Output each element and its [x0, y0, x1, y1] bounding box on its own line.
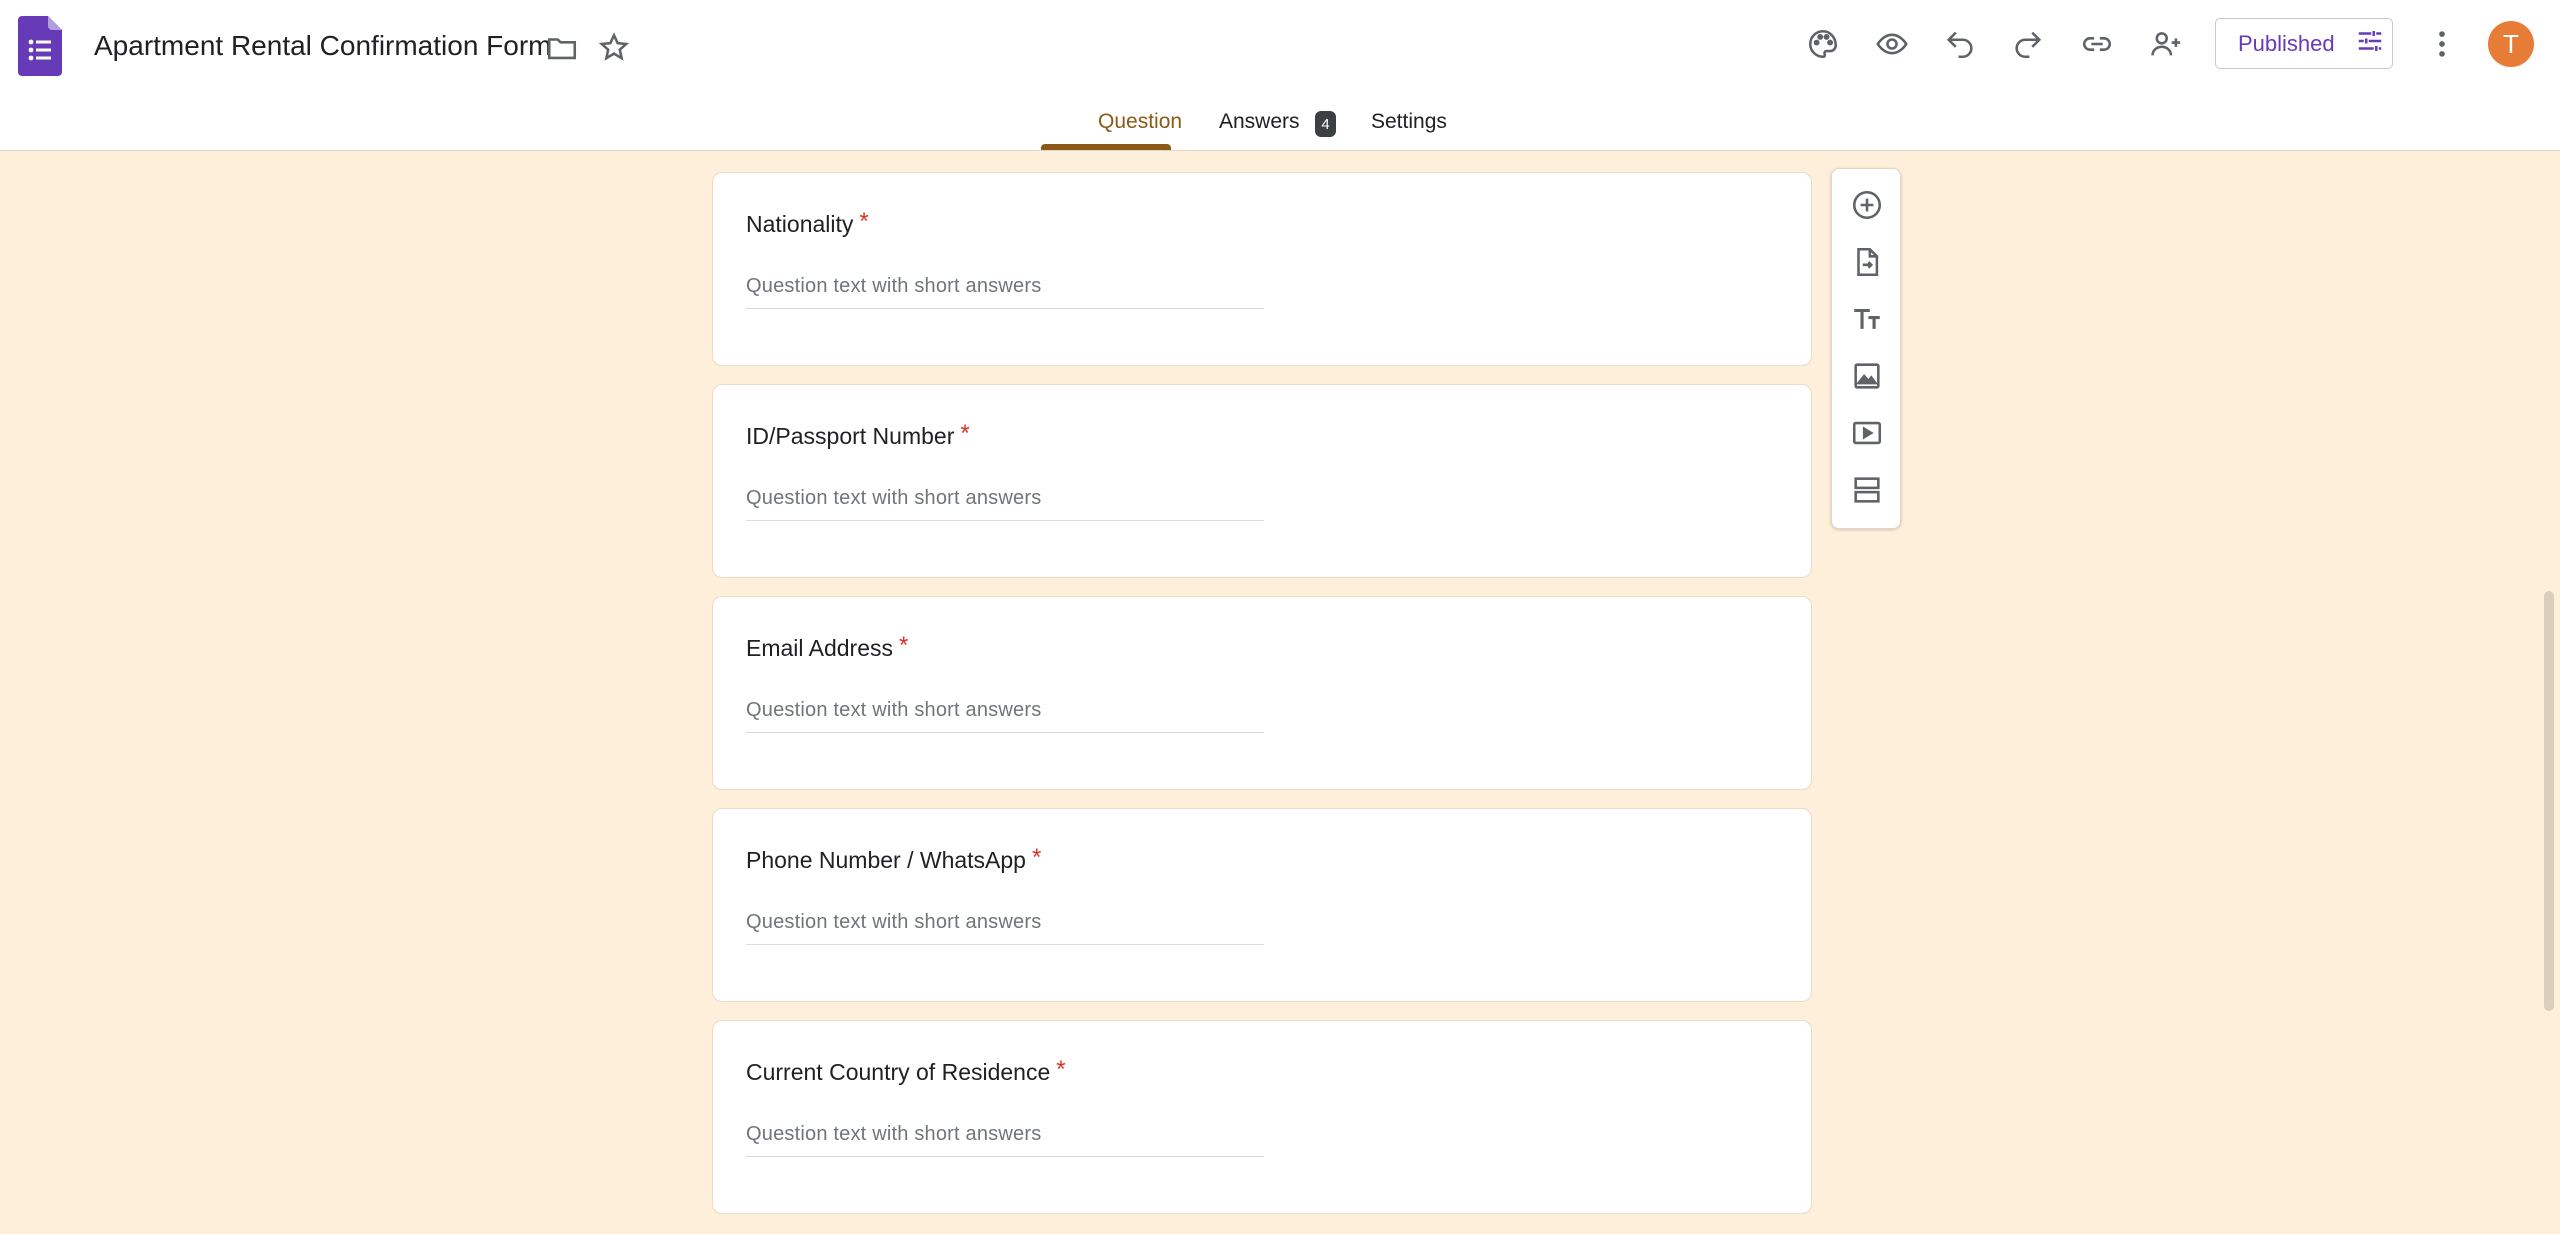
tab-settings[interactable]: Settings	[1371, 110, 1447, 134]
tab-question[interactable]: Question	[1098, 110, 1182, 134]
question-title: Phone Number / WhatsApp *	[746, 844, 1042, 873]
floating-toolbar	[1831, 168, 1901, 529]
sliders-icon	[2355, 26, 2385, 62]
scrollbar-thumb[interactable]	[2544, 591, 2554, 1011]
question-title: Nationality *	[746, 208, 869, 237]
required-asterisk: *	[859, 208, 869, 235]
question-title: Email Address *	[746, 632, 909, 661]
required-asterisk: *	[960, 420, 970, 447]
palette-icon[interactable]	[1803, 24, 1843, 64]
text-icon[interactable]	[1847, 299, 1887, 339]
question-title: Current Country of Residence *	[746, 1056, 1066, 1085]
avatar[interactable]: T	[2488, 21, 2534, 67]
eye-icon[interactable]	[1872, 24, 1912, 64]
add-circle-icon[interactable]	[1847, 185, 1887, 225]
question-card-country[interactable]: Current Country of Residence * Question t…	[712, 1020, 1812, 1214]
question-card-phone[interactable]: Phone Number / WhatsApp * Question text w…	[712, 808, 1812, 1002]
short-answer-field: Question text with short answers	[746, 911, 1264, 945]
question-title: ID/Passport Number *	[746, 420, 970, 449]
folder-icon[interactable]	[542, 28, 582, 68]
short-answer-field: Question text with short answers	[746, 699, 1264, 733]
question-card-id-passport[interactable]: ID/Passport Number * Question text with s…	[712, 384, 1812, 578]
import-file-icon[interactable]	[1847, 242, 1887, 282]
star-icon[interactable]	[594, 28, 634, 68]
tab-answers[interactable]: Answers	[1219, 110, 1300, 134]
app-header: Apartment Rental Confirmation Form Publi…	[0, 0, 2560, 151]
published-button[interactable]: Published	[2215, 18, 2393, 69]
question-card-email[interactable]: Email Address * Question text with short …	[712, 596, 1812, 790]
required-asterisk: *	[1031, 844, 1042, 871]
published-label: Published	[2238, 30, 2335, 56]
forms-logo-icon[interactable]	[18, 16, 62, 76]
link-icon[interactable]	[2077, 24, 2117, 64]
short-answer-field: Question text with short answers	[746, 1123, 1264, 1157]
active-tab-indicator	[1041, 144, 1171, 150]
add-person-icon[interactable]	[2146, 24, 2186, 64]
required-asterisk: *	[899, 632, 909, 659]
short-answer-field: Question text with short answers	[746, 275, 1264, 309]
scrollbar[interactable]	[2538, 151, 2560, 1234]
short-answer-field: Question text with short answers	[746, 487, 1264, 521]
image-icon[interactable]	[1847, 356, 1887, 396]
undo-icon[interactable]	[1940, 24, 1980, 64]
redo-icon[interactable]	[2008, 24, 2048, 64]
required-asterisk: *	[1056, 1056, 1066, 1083]
answers-count-badge: 4	[1315, 111, 1336, 137]
question-card-nationality[interactable]: Nationality * Question text with short an…	[712, 172, 1812, 366]
form-title[interactable]: Apartment Rental Confirmation Form	[94, 30, 552, 62]
more-vert-icon[interactable]	[2422, 24, 2462, 64]
section-icon[interactable]	[1847, 470, 1887, 510]
video-icon[interactable]	[1847, 413, 1887, 453]
